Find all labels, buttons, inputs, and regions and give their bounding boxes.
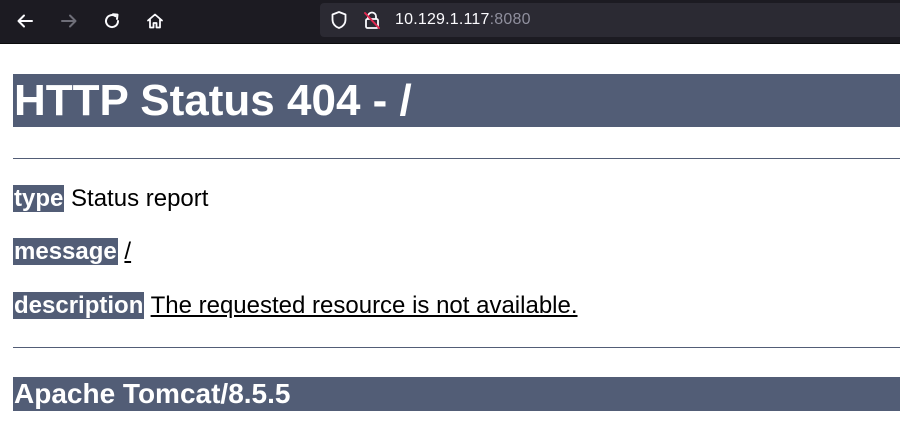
browser-toolbar: 10.129.1.117:8080 <box>0 0 900 44</box>
description-row: description The requested resource is no… <box>13 292 578 320</box>
url-text[interactable]: 10.129.1.117:8080 <box>395 11 531 29</box>
home-icon <box>145 11 165 31</box>
shield-icon[interactable] <box>329 10 349 30</box>
type-value: Status report <box>71 185 209 212</box>
home-button[interactable] <box>140 6 170 36</box>
message-label: message <box>13 238 118 265</box>
url-bar[interactable]: 10.129.1.117:8080 <box>320 3 900 37</box>
message-value: / <box>124 238 132 265</box>
forward-button[interactable] <box>54 6 84 36</box>
message-row: message / <box>13 238 131 266</box>
divider-bottom <box>13 347 900 348</box>
server-info: Apache Tomcat/8.5.5 <box>13 377 900 411</box>
reload-button[interactable] <box>97 6 127 36</box>
page-content: HTTP Status 404 - / type Status report m… <box>0 44 900 439</box>
description-label: description <box>13 292 145 319</box>
back-arrow-icon <box>15 11 35 31</box>
page-title: HTTP Status 404 - / <box>13 74 900 127</box>
type-label: type <box>13 185 65 212</box>
description-value: The requested resource is not available. <box>150 292 578 319</box>
back-button[interactable] <box>10 6 40 36</box>
url-host: 10.129.1.117 <box>395 11 490 28</box>
forward-arrow-icon <box>59 11 79 31</box>
divider-top <box>13 158 900 159</box>
reload-icon <box>102 11 122 31</box>
insecure-lock-icon[interactable] <box>362 10 382 30</box>
type-row: type Status report <box>13 185 208 213</box>
url-port: :8080 <box>489 11 531 28</box>
